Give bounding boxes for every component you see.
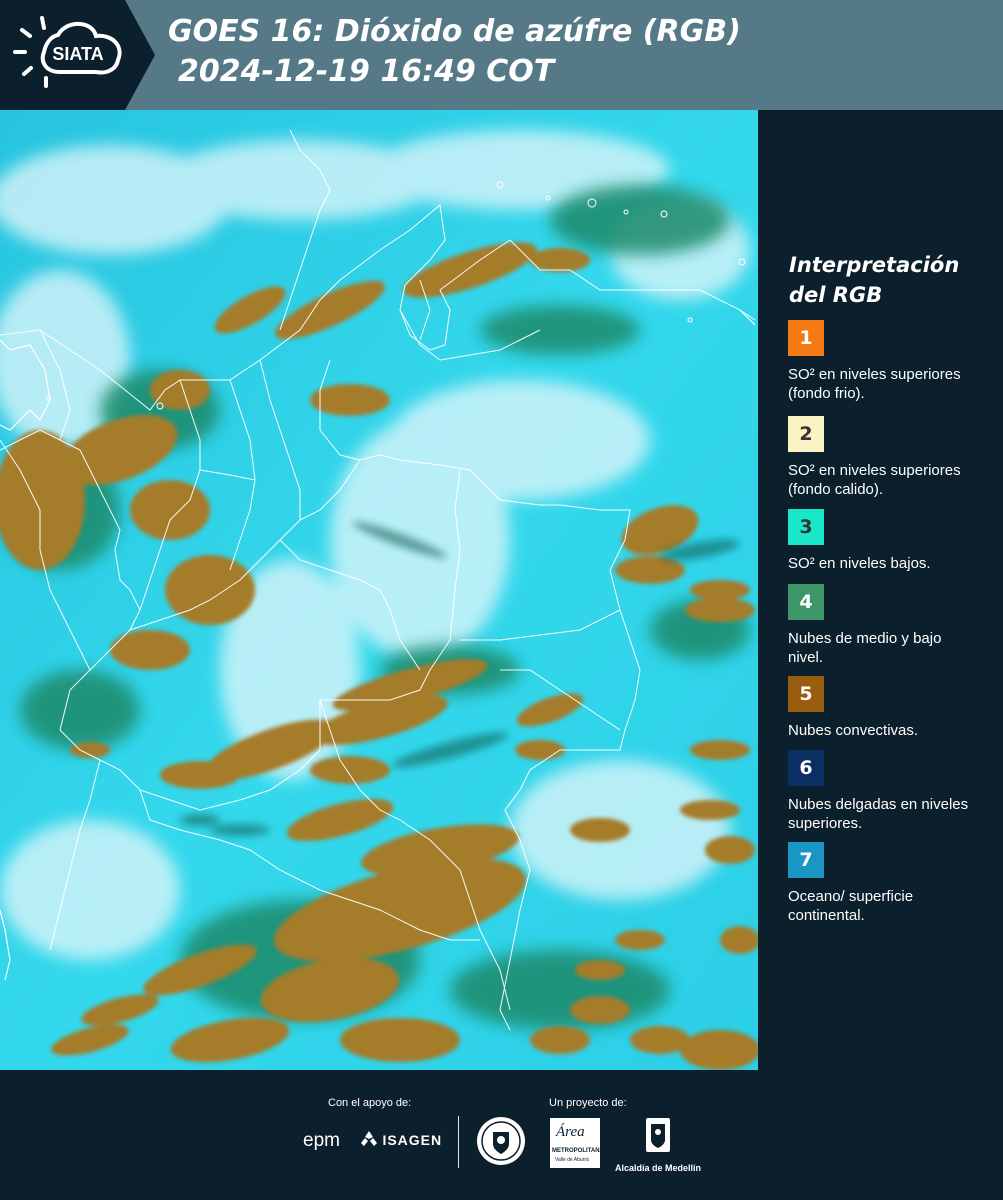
project-label: Un proyecto de:: [549, 1097, 627, 1109]
legend-swatch: 4: [788, 584, 824, 620]
legend-number: 2: [799, 423, 813, 445]
area-logo-sub: METROPOLITANA: [552, 1148, 604, 1154]
legend-number: 7: [799, 849, 813, 871]
isagen-text: ISAGEN: [382, 1132, 443, 1148]
legend-number: 6: [799, 757, 813, 779]
legend-swatch: 7: [788, 842, 824, 878]
area-metropolitana-logo: Área METROPOLITANA Valle de Aburrá: [550, 1118, 604, 1168]
legend-text: SO² en niveles bajos.: [788, 555, 931, 572]
legend-title: Interpretación del RGB: [789, 253, 960, 307]
legend-item-7: 7 Oceano/ superficie continental.: [788, 842, 998, 925]
legend-text: Nubes convectivas.: [788, 722, 919, 739]
epm-logo: epm: [303, 1130, 340, 1151]
legend-item-6: 6 Nubes delgadas en niveles superiores.: [788, 750, 998, 833]
legend-text: Nubes delgadas en niveles superiores.: [788, 796, 969, 832]
legend-item-2: 2 SO² en niveles superiores (fondo calid…: [788, 416, 998, 499]
support-label: Con el apoyo de:: [328, 1097, 412, 1109]
footer-divider: [458, 1116, 459, 1168]
footer: Con el apoyo de: Un proyecto de: epm ISA…: [0, 1070, 1003, 1200]
legend-panel: Interpretación del RGB 1 SO² en niveles …: [760, 110, 1003, 1070]
siata-logo-graphic: SIATA: [0, 0, 155, 110]
alcaldia-shield-icon: [646, 1118, 670, 1152]
legend-text: Nubes de medio y bajo nivel.: [788, 630, 942, 666]
alcaldia-text: Alcaldía de Medellín: [614, 1163, 702, 1173]
satellite-image-graphic: [0, 110, 758, 1070]
legend-swatch: 2: [788, 416, 824, 452]
legend-swatch: 3: [788, 509, 824, 545]
alcaldia-logo: Alcaldía de Medellín: [612, 1116, 704, 1173]
area-logo-name: Área: [556, 1124, 585, 1140]
legend-text: Oceano/ superficie continental.: [788, 888, 914, 924]
satellite-image: [0, 110, 758, 1070]
header-bar: SIATA GOES 16: Dióxido de azúfre (RGB) 2…: [0, 0, 1003, 110]
title-line1: GOES 16: Dióxido de azúfre (RGB): [168, 14, 741, 49]
legend-item-4: 4 Nubes de medio y bajo nivel.: [788, 584, 998, 667]
legend-text: SO² en niveles superiores (fondo frio).: [788, 366, 961, 402]
legend-swatch: 5: [788, 676, 824, 712]
area-logo-sub2: Valle de Aburrá: [555, 1157, 589, 1163]
legend-number: 5: [799, 683, 813, 705]
isagen-logo: ISAGEN: [360, 1130, 442, 1150]
legend-number: 3: [799, 516, 813, 538]
legend-number: 4: [799, 591, 813, 613]
medellin-seal-icon: [477, 1117, 525, 1165]
legend-text: SO² en niveles superiores (fondo calido)…: [788, 462, 961, 498]
legend-item-1: 1 SO² en niveles superiores (fondo frio)…: [788, 320, 998, 403]
legend-swatch: 6: [788, 750, 824, 786]
isagen-icon: [361, 1131, 377, 1146]
legend-item-3: 3 SO² en niveles bajos.: [788, 509, 998, 573]
siata-logo: SIATA: [0, 0, 155, 110]
legend-swatch: 1: [788, 320, 824, 356]
title-line2: 2024-12-19 16:49 COT: [178, 54, 555, 89]
logo-text: SIATA: [52, 44, 103, 64]
legend-item-5: 5 Nubes convectivas.: [788, 676, 998, 740]
medellin-seal: [476, 1116, 526, 1171]
legend-number: 1: [799, 327, 813, 349]
